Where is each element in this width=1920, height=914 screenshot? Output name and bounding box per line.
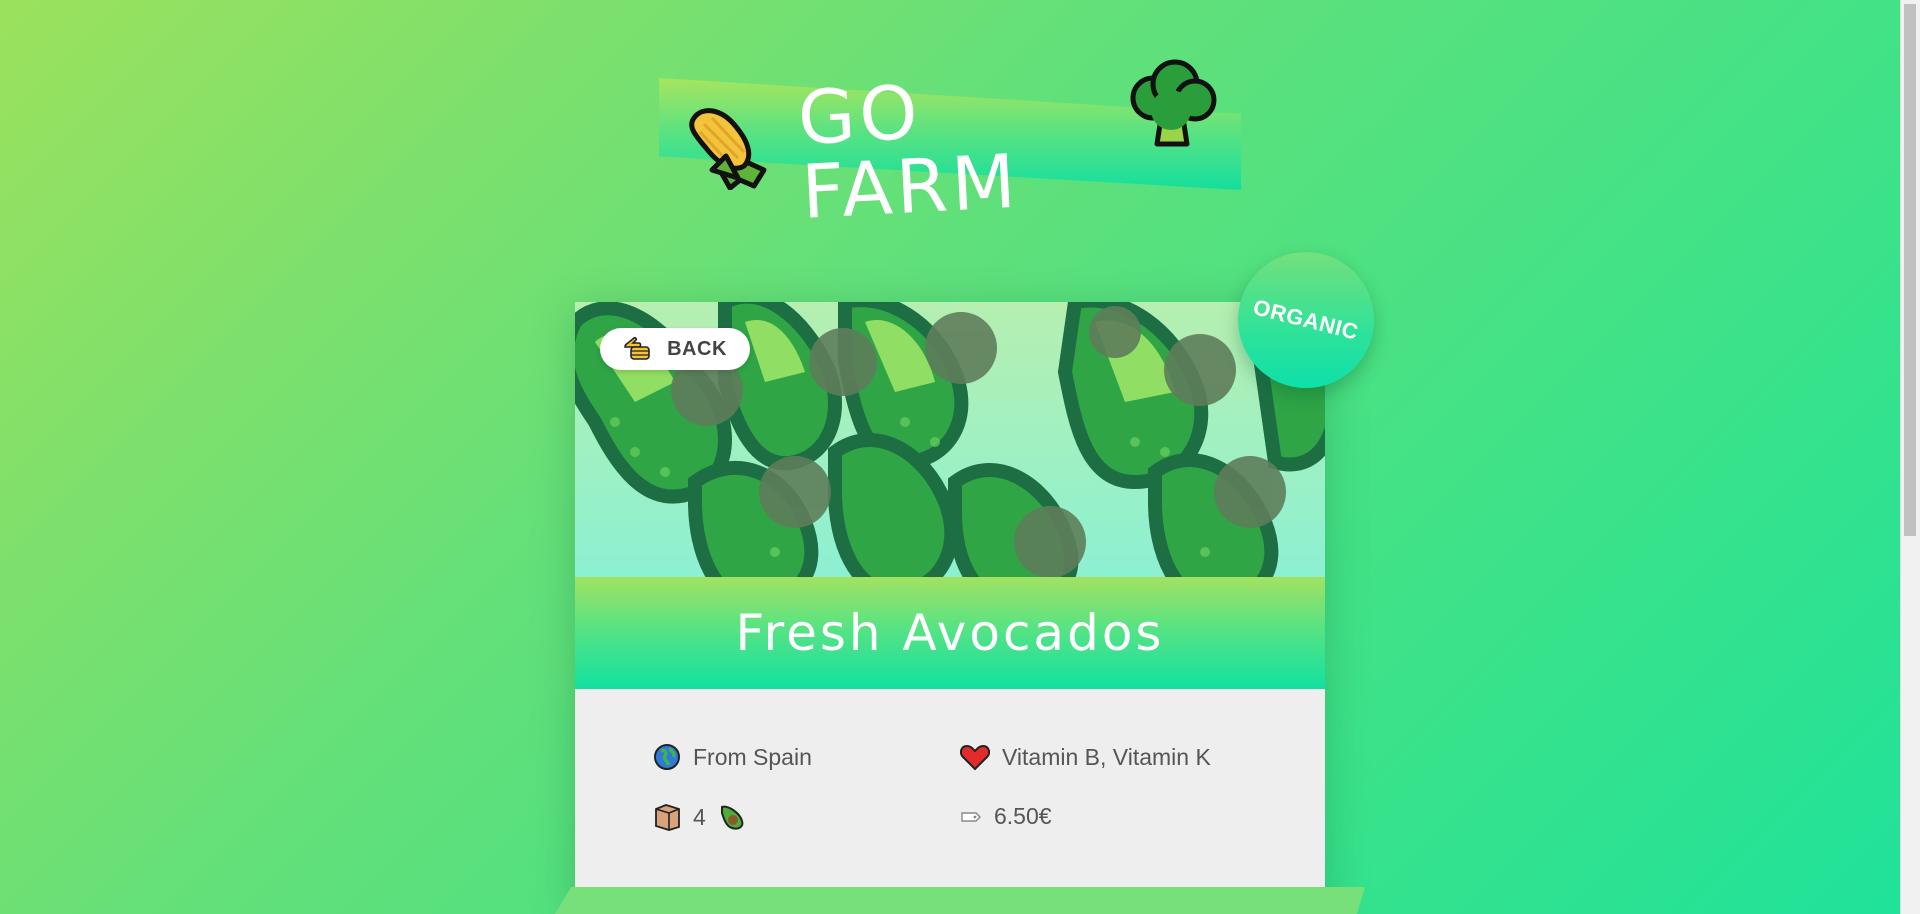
bottom-banner [555, 887, 1365, 914]
quantity-text: 4 [693, 803, 706, 830]
origin-info: From Spain [653, 743, 812, 771]
price-info: 6.50€ [960, 803, 1052, 830]
scrollbar-thumb[interactable] [1904, 4, 1916, 536]
logo-text: GO FARM [795, 69, 1022, 236]
vertical-scrollbar[interactable] [1900, 0, 1920, 914]
heart-icon [960, 744, 990, 771]
organic-badge-label: ORGANIC [1250, 294, 1362, 345]
box-icon [655, 804, 680, 831]
product-title: Fresh Avocados [735, 604, 1165, 662]
nutrients-text: Vitamin B, Vitamin K [1002, 743, 1211, 770]
pointing-hand-icon [624, 337, 650, 360]
corn-icon [689, 108, 767, 190]
avocado-icon [720, 805, 744, 830]
globe-icon [654, 744, 680, 770]
price-text: 6.50€ [994, 803, 1052, 829]
product-card: BACK Fresh Avocados From Spain Vitamin B… [575, 302, 1325, 914]
product-details: From Spain Vitamin B, Vitamin K 4 6.50€ [575, 689, 1325, 914]
broccoli-icon [1130, 59, 1217, 147]
back-button[interactable]: BACK [600, 328, 750, 370]
back-button-label: BACK [667, 337, 727, 360]
quantity-info: 4 [653, 803, 746, 831]
price-tag-icon [961, 811, 981, 822]
organic-badge: ORGANIC [1238, 252, 1374, 388]
product-title-bar: Fresh Avocados [575, 577, 1325, 689]
nutrients-info: Vitamin B, Vitamin K [960, 743, 1211, 771]
product-image: BACK [575, 302, 1325, 577]
origin-text: From Spain [693, 743, 812, 770]
